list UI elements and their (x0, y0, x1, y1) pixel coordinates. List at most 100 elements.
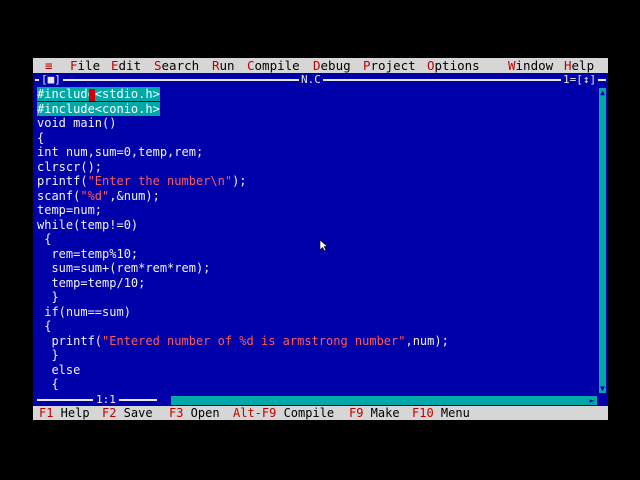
function-key: F9 (349, 406, 364, 420)
code-line[interactable]: rem=temp%10; (37, 247, 138, 261)
function-key: Alt-F9 (233, 406, 277, 420)
horizontal-scrollbar[interactable]: ► (161, 396, 597, 405)
code-line[interactable]: { (37, 131, 44, 145)
menu-project[interactable]: Project (363, 58, 416, 73)
function-label: Make (363, 406, 400, 420)
menu-label: roject (370, 58, 416, 73)
function-label: Open (183, 406, 220, 420)
code-text: #include<stdio.h> (37, 87, 160, 101)
code-line[interactable]: clrscr(); (37, 160, 102, 174)
code-line[interactable]: scanf("%d",&num); (37, 189, 160, 203)
code-line[interactable]: int num,sum=0,temp,rem; (37, 145, 203, 159)
code-text: } (37, 348, 59, 362)
vertical-scrollbar[interactable]: ▲ ▼ (599, 88, 606, 393)
status-f9[interactable]: F9 Make (349, 406, 400, 420)
window-close-box[interactable]: [■] (39, 73, 63, 86)
code-line[interactable]: void main() (37, 116, 116, 130)
code-text: temp=temp/10; (37, 275, 146, 290)
menu-hotkey: H (564, 58, 572, 73)
code-line[interactable]: temp=num; (37, 203, 102, 217)
code-line[interactable]: if(num==sum) (37, 305, 131, 319)
menu-label: ile (77, 58, 101, 73)
status-f10[interactable]: F10 Menu (412, 406, 470, 420)
status-alt-f9[interactable]: Alt-F9 Compile (233, 406, 334, 420)
function-key: F10 (412, 406, 434, 420)
menu-label: ptions (434, 58, 480, 73)
code-text: void main() (37, 116, 117, 130)
menu-hotkey: F (70, 58, 78, 73)
code-line[interactable]: { (37, 232, 51, 246)
function-key: F2 (102, 406, 117, 420)
scroll-up-arrow-icon[interactable]: ▲ (599, 88, 606, 97)
code-text: sum=sum+(rem*rem*rem); (37, 261, 211, 275)
function-label: Menu (433, 406, 470, 420)
status-f3[interactable]: F3 Open (169, 406, 220, 420)
menu-label: earch (161, 58, 200, 73)
menu-label: elp (571, 58, 595, 73)
code-token: scanf( (37, 188, 81, 203)
code-text: int num,sum=0,temp,rem; (37, 145, 204, 159)
menu-hotkey: R (212, 58, 220, 73)
code-token: ,num); (405, 333, 449, 348)
code-text: if(num==sum) (37, 304, 131, 319)
menu-window[interactable]: Window (508, 58, 553, 73)
menu-label: indow (515, 58, 554, 73)
menu-label: ompile (254, 58, 300, 73)
code-token: ); (232, 174, 247, 188)
menu-compile[interactable]: Compile (247, 58, 300, 73)
menu-search[interactable]: Search (154, 58, 199, 73)
menu-options[interactable]: Options (427, 58, 480, 73)
cursor-position: 1:1 (93, 394, 119, 406)
menu-hotkey: O (427, 58, 435, 73)
code-line[interactable]: { (37, 319, 51, 333)
menu-run[interactable]: Run (212, 58, 235, 73)
code-line[interactable]: printf("Entered number of %d is armstron… (37, 333, 449, 348)
code-text: else (37, 362, 81, 377)
turbo-c-ide: ≡ File Edit Search Run Compile Debug Pro… (33, 58, 608, 420)
code-line[interactable]: #include<stdio.h> (37, 87, 160, 101)
menu-label: dit (118, 58, 142, 73)
window-title: N.C (299, 73, 323, 86)
menu-hotkey: P (363, 58, 371, 73)
code-line[interactable]: else (37, 363, 80, 377)
string-literal: "%d" (80, 188, 110, 203)
code-editor[interactable]: #include<stdio.h> #include<conio.h> void m… (37, 87, 597, 392)
code-text: { (37, 377, 59, 391)
window-number-zoom[interactable]: 1=[↕] (561, 73, 599, 86)
mouse-pointer-icon (320, 240, 328, 252)
scroll-right-arrow-icon[interactable]: ► (587, 396, 597, 405)
function-label: Save (116, 406, 153, 420)
menu-edit[interactable]: Edit (111, 58, 141, 73)
menu-debug[interactable]: Debug (313, 58, 351, 73)
menu-file[interactable]: File (70, 58, 100, 73)
menu-label: ebug (320, 58, 351, 73)
string-literal: "Entered number of %d is armstrong numbe… (102, 333, 406, 348)
scroll-left-arrow-icon[interactable] (161, 396, 171, 405)
code-text: { (37, 130, 45, 145)
code-token: printf( (37, 174, 88, 188)
code-line[interactable]: printf("Enter the number\n"); (37, 174, 247, 188)
code-line[interactable]: } (37, 348, 59, 362)
code-line[interactable]: } (37, 290, 58, 304)
menu-hotkey: D (313, 58, 321, 73)
code-text: #include<conio.h> (37, 101, 160, 116)
scroll-down-arrow-icon[interactable]: ▼ (599, 384, 606, 393)
window-title-bar: [■] N.C 1=[↕] (33, 73, 608, 86)
code-token: printf( (37, 333, 103, 348)
system-menu-icon[interactable]: ≡ (45, 58, 53, 73)
status-f2[interactable]: F2 Save (102, 406, 153, 420)
code-line[interactable]: { (37, 377, 59, 391)
code-line[interactable]: temp=temp/10; (37, 276, 145, 290)
menu-help[interactable]: Help (564, 58, 594, 73)
code-line[interactable]: while(temp!=0) (37, 218, 138, 232)
function-label: Help (53, 406, 90, 420)
code-line[interactable]: sum=sum+(rem*rem*rem); (37, 261, 210, 275)
menu-hotkey: S (154, 58, 162, 73)
code-text: clrscr(); (37, 159, 103, 174)
code-line[interactable]: #include<conio.h> (37, 101, 160, 116)
status-f1[interactable]: F1 Help (39, 406, 90, 420)
menu-hotkey: E (111, 58, 119, 73)
string-literal: "Enter the number\n" (87, 174, 233, 188)
status-bar: F1 Help F2 Save F3 Open Alt-F9 Compile F9 Ma… (33, 406, 608, 420)
menu-label: un (219, 58, 235, 73)
